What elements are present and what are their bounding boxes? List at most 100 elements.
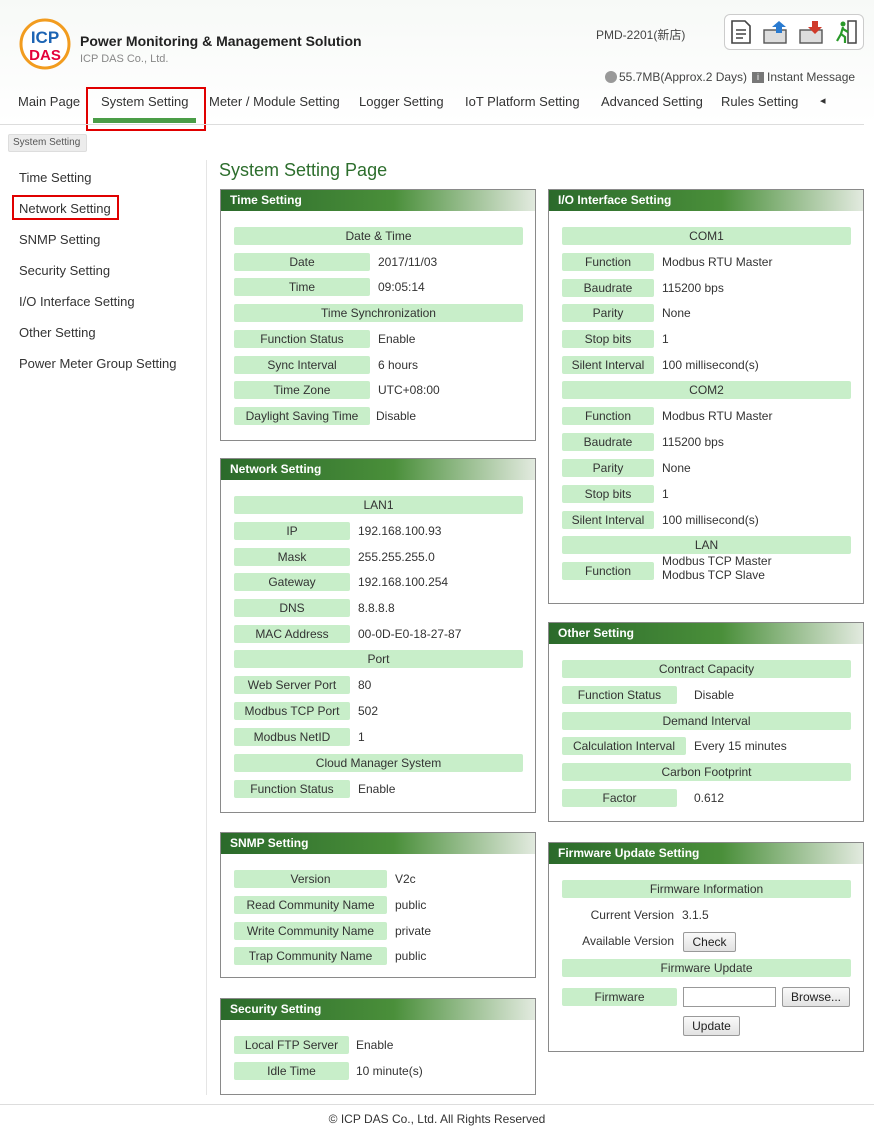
sidebar-item-power-meter-group-setting[interactable]: Power Meter Group Setting xyxy=(19,356,177,371)
function-status-value: Enable xyxy=(378,332,416,346)
snmp-setting-header: SNMP Setting xyxy=(221,833,535,854)
lan-function-label: Function xyxy=(562,562,654,580)
io-interface-header: I/O Interface Setting xyxy=(549,190,863,211)
factor-label: Factor xyxy=(562,789,677,807)
contract-capacity-band: Contract Capacity xyxy=(562,660,851,678)
com1-function-label: Function xyxy=(562,253,654,271)
modbus-netid-value: 1 xyxy=(358,730,365,744)
ip-value: 192.168.100.93 xyxy=(358,524,442,538)
tab-rules-setting[interactable]: Rules Setting xyxy=(721,94,798,109)
factor-value: 0.612 xyxy=(694,791,725,805)
com1-baudrate-label: Baudrate xyxy=(562,279,654,297)
web-server-port-label: Web Server Port xyxy=(234,676,350,694)
gateway-value: 192.168.100.254 xyxy=(358,575,449,589)
current-version-label: Current Version xyxy=(590,908,674,922)
date-value: 2017/11/03 xyxy=(378,255,438,269)
modbus-tcp-port-value: 502 xyxy=(358,704,379,718)
dns-value: 8.8.8.8 xyxy=(358,601,395,615)
function-status-label: Function Status xyxy=(234,330,370,348)
firmware-information-band: Firmware Information xyxy=(562,880,851,898)
update-button[interactable]: Update xyxy=(683,1016,740,1036)
nav-divider xyxy=(0,124,864,125)
sidebar-divider xyxy=(206,160,207,1095)
active-tab-indicator xyxy=(93,118,196,123)
firmware-update-band: Firmware Update xyxy=(562,959,851,977)
document-icon[interactable] xyxy=(729,19,753,45)
time-setting-panel: Time Setting Date & Time Date 2017/11/03… xyxy=(220,189,536,441)
time-zone-value: UTC+08:00 xyxy=(378,383,440,397)
com1-function-value: Modbus RTU Master xyxy=(662,255,773,269)
version-label: Version xyxy=(234,870,387,888)
dns-label: DNS xyxy=(234,599,350,617)
mask-label: Mask xyxy=(234,548,350,566)
firmware-update-panel: Firmware Update Setting Firmware Informa… xyxy=(548,842,864,1052)
port-band: Port xyxy=(234,650,523,668)
write-community-value: private xyxy=(395,924,432,938)
trap-community-value: public xyxy=(395,949,427,963)
firmware-update-header: Firmware Update Setting xyxy=(549,843,863,864)
com2-band: COM2 xyxy=(562,381,851,399)
firmware-file-input[interactable] xyxy=(683,987,776,1007)
tab-main-page[interactable]: Main Page xyxy=(18,94,80,109)
sidebar-item-time-setting[interactable]: Time Setting xyxy=(19,170,92,185)
tab-logger-setting[interactable]: Logger Setting xyxy=(359,94,444,109)
company-name: ICP DAS Co., Ltd. xyxy=(80,53,169,65)
footer-divider xyxy=(0,1104,874,1105)
time-label: Time xyxy=(234,278,370,296)
lan-function-value-2: Modbus TCP Slave xyxy=(662,568,765,582)
com1-baudrate-value: 115200 bps xyxy=(662,281,724,295)
carbon-footprint-band: Carbon Footprint xyxy=(562,763,851,781)
com2-silent-interval-value: 100 millisecond(s) xyxy=(662,513,759,527)
logout-icon[interactable] xyxy=(835,19,859,45)
sidebar-item-snmp-setting[interactable]: SNMP Setting xyxy=(19,232,100,247)
write-community-label: Write Community Name xyxy=(234,922,387,940)
sidebar-item-security-setting[interactable]: Security Setting xyxy=(19,263,110,278)
com1-stop-bits-value: 1 xyxy=(662,332,669,346)
firmware-label: Firmware xyxy=(562,988,677,1006)
com1-parity-value: None xyxy=(662,306,691,320)
tab-meter-module-setting[interactable]: Meter / Module Setting xyxy=(209,94,340,109)
idle-time-label: Idle Time xyxy=(234,1062,349,1080)
svg-text:ICP: ICP xyxy=(31,28,59,47)
other-setting-panel: Other Setting Contract Capacity Function… xyxy=(548,622,864,822)
web-server-port-value: 80 xyxy=(358,678,372,692)
storage-status: 55.7MB(Approx.2 Days) xyxy=(605,70,747,84)
tab-iot-platform-setting[interactable]: IoT Platform Setting xyxy=(465,94,580,109)
com2-stop-bits-value: 1 xyxy=(662,487,669,501)
footer-copyright: © ICP DAS Co., Ltd. All Rights Reserved xyxy=(328,1112,546,1126)
time-setting-header: Time Setting xyxy=(221,190,535,211)
upload-icon[interactable] xyxy=(762,19,790,45)
sidebar-highlight xyxy=(12,195,119,220)
lan-function-value-1: Modbus TCP Master xyxy=(662,554,772,568)
sync-interval-value: 6 hours xyxy=(378,358,419,372)
time-zone-label: Time Zone xyxy=(234,381,370,399)
com2-stop-bits-label: Stop bits xyxy=(562,485,654,503)
instant-message-link[interactable]: i Instant Message xyxy=(752,70,855,84)
browse-button[interactable]: Browse... xyxy=(782,987,850,1007)
ip-label: IP xyxy=(234,522,350,540)
lan-band: LAN xyxy=(562,536,851,554)
modbus-netid-label: Modbus NetID xyxy=(234,728,350,746)
storage-text: 55.7MB(Approx.2 Days) xyxy=(619,70,748,84)
check-button[interactable]: Check xyxy=(683,932,736,952)
sidebar-item-other-setting[interactable]: Other Setting xyxy=(19,325,96,340)
download-icon[interactable] xyxy=(798,19,826,45)
page-title: System Setting Page xyxy=(219,160,388,180)
cloud-function-status-label: Function Status xyxy=(234,780,350,798)
read-community-value: public xyxy=(395,898,427,912)
tab-advanced-setting[interactable]: Advanced Setting xyxy=(601,94,703,109)
com2-parity-label: Parity xyxy=(562,459,654,477)
com2-baudrate-label: Baudrate xyxy=(562,433,654,451)
io-interface-panel: I/O Interface Setting COM1 Function Modb… xyxy=(548,189,864,604)
cloud-function-status-value: Enable xyxy=(358,782,396,796)
nav-scroll-left-icon[interactable]: ◂ xyxy=(820,94,826,107)
svg-text:DAS: DAS xyxy=(29,47,61,64)
sidebar-item-io-interface-setting[interactable]: I/O Interface Setting xyxy=(19,294,135,309)
toolbar-icons xyxy=(724,14,864,50)
cloud-manager-band: Cloud Manager System xyxy=(234,754,523,772)
other-function-status-label: Function Status xyxy=(562,686,677,704)
icpdas-logo: ICP DAS xyxy=(16,18,74,70)
security-setting-panel: Security Setting Local FTP Server Enable… xyxy=(220,998,536,1095)
disk-icon xyxy=(605,71,617,83)
com2-function-label: Function xyxy=(562,407,654,425)
